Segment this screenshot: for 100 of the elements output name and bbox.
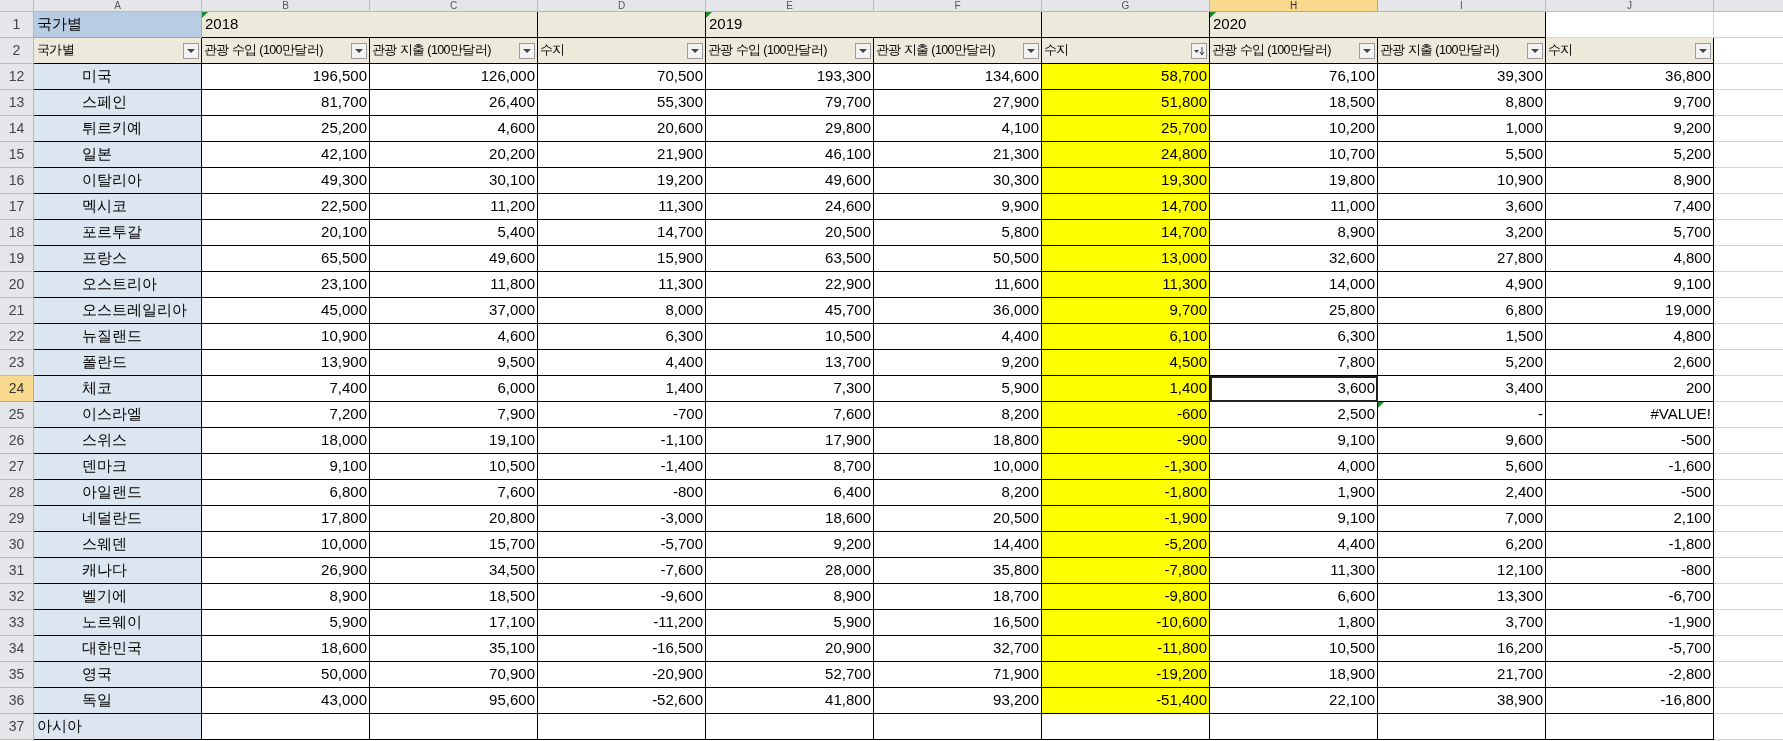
table-cell: 50,500 bbox=[874, 246, 1042, 272]
table-cell: 20,900 bbox=[706, 636, 874, 662]
row-header[interactable]: 24 bbox=[0, 376, 34, 402]
sort-filter-button[interactable] bbox=[1191, 42, 1207, 59]
row-header[interactable]: 21 bbox=[0, 298, 34, 324]
row-header[interactable]: 1 bbox=[0, 12, 34, 38]
table-cell: 4,600 bbox=[370, 116, 538, 142]
row-header[interactable]: 31 bbox=[0, 558, 34, 584]
column-header[interactable]: G bbox=[1042, 0, 1210, 12]
filter-dropdown-button[interactable] bbox=[1695, 42, 1711, 59]
row-header[interactable]: 25 bbox=[0, 402, 34, 428]
table-cell: -3,000 bbox=[538, 506, 706, 532]
filter-dropdown-button[interactable] bbox=[1527, 42, 1543, 59]
filter-dropdown-button[interactable] bbox=[183, 42, 199, 59]
table-cell: 22,900 bbox=[706, 272, 874, 298]
table-cell: 71,900 bbox=[874, 662, 1042, 688]
table-cell: 42,100 bbox=[202, 142, 370, 168]
table-cell: 11,300 bbox=[538, 272, 706, 298]
table-cell: 네덜란드 bbox=[34, 506, 202, 532]
table-cell: 4,000 bbox=[1210, 454, 1378, 480]
table-cell: -1,100 bbox=[538, 428, 706, 454]
selected-cell[interactable]: 3,600 bbox=[1210, 376, 1378, 402]
row-header[interactable]: 2 bbox=[0, 38, 34, 64]
column-header[interactable]: F bbox=[874, 0, 1042, 12]
row-header[interactable]: 29 bbox=[0, 506, 34, 532]
table-cell: 1,400 bbox=[538, 376, 706, 402]
table-cell: 13,300 bbox=[1378, 584, 1546, 610]
column-header[interactable]: A bbox=[34, 0, 202, 12]
column-header[interactable]: E bbox=[706, 0, 874, 12]
row-header[interactable]: 16 bbox=[0, 168, 34, 194]
table-cell: 25,200 bbox=[202, 116, 370, 142]
table-cell: 2020 bbox=[1210, 12, 1546, 38]
table-cell: -5,700 bbox=[1546, 636, 1714, 662]
table-cell: 9,500 bbox=[370, 350, 538, 376]
table-cell: 50,000 bbox=[202, 662, 370, 688]
table-cell: 4,400 bbox=[1210, 532, 1378, 558]
row-header[interactable]: 13 bbox=[0, 90, 34, 116]
row-header[interactable]: 18 bbox=[0, 220, 34, 246]
table-cell: 8,900 bbox=[202, 584, 370, 610]
table-cell: 1,900 bbox=[1210, 480, 1378, 506]
row-header[interactable]: 15 bbox=[0, 142, 34, 168]
table-cell: 6,800 bbox=[1378, 298, 1546, 324]
table-cell: 14,700 bbox=[1042, 194, 1210, 220]
column-header[interactable]: J bbox=[1546, 0, 1714, 12]
table-cell: 11,800 bbox=[370, 272, 538, 298]
table-cell: -2,800 bbox=[1546, 662, 1714, 688]
column-header[interactable]: H bbox=[1210, 0, 1378, 12]
row-header[interactable]: 17 bbox=[0, 194, 34, 220]
row-header[interactable]: 36 bbox=[0, 688, 34, 714]
table-cell: -800 bbox=[1546, 558, 1714, 584]
table-cell: -20,900 bbox=[538, 662, 706, 688]
row-header[interactable]: 26 bbox=[0, 428, 34, 454]
row-header[interactable]: 12 bbox=[0, 64, 34, 90]
row-header[interactable]: 22 bbox=[0, 324, 34, 350]
table-cell: -900 bbox=[1042, 428, 1210, 454]
table-cell: 20,200 bbox=[370, 142, 538, 168]
row-header[interactable]: 27 bbox=[0, 454, 34, 480]
table-cell: 6,300 bbox=[1210, 324, 1378, 350]
row-header[interactable]: 35 bbox=[0, 662, 34, 688]
row-header[interactable]: 33 bbox=[0, 610, 34, 636]
table-cell: 36,800 bbox=[1546, 64, 1714, 90]
table-cell: 70,500 bbox=[538, 64, 706, 90]
table-cell: 11,300 bbox=[1042, 272, 1210, 298]
row-header[interactable]: 14 bbox=[0, 116, 34, 142]
row-header[interactable]: 32 bbox=[0, 584, 34, 610]
column-heading: 수지 bbox=[1548, 42, 1573, 60]
column-header[interactable]: D bbox=[538, 0, 706, 12]
filter-dropdown-button[interactable] bbox=[351, 42, 367, 59]
filter-dropdown-button[interactable] bbox=[855, 42, 871, 59]
filter-dropdown-button[interactable] bbox=[1023, 42, 1039, 59]
table-cell: 덴마크 bbox=[34, 454, 202, 480]
table-cell: 멕시코 bbox=[34, 194, 202, 220]
table-cell: 이스라엘 bbox=[34, 402, 202, 428]
filter-dropdown-button[interactable] bbox=[519, 42, 535, 59]
row-header[interactable]: 34 bbox=[0, 636, 34, 662]
column-header[interactable]: C bbox=[370, 0, 538, 12]
table-cell: 5,400 bbox=[370, 220, 538, 246]
column-header[interactable]: I bbox=[1378, 0, 1546, 12]
table-cell: 7,800 bbox=[1210, 350, 1378, 376]
column-header[interactable]: B bbox=[202, 0, 370, 12]
table-cell: 79,700 bbox=[706, 90, 874, 116]
table-cell: 35,800 bbox=[874, 558, 1042, 584]
row-header[interactable]: 19 bbox=[0, 246, 34, 272]
table-cell: 22,100 bbox=[1210, 688, 1378, 714]
table-cell: 17,900 bbox=[706, 428, 874, 454]
filter-dropdown-button[interactable] bbox=[1359, 42, 1375, 59]
table-cell: 19,200 bbox=[538, 168, 706, 194]
row-header[interactable]: 30 bbox=[0, 532, 34, 558]
row-header[interactable]: 28 bbox=[0, 480, 34, 506]
table-cell: 14,700 bbox=[1042, 220, 1210, 246]
table-cell: -600 bbox=[1042, 402, 1210, 428]
table-cell: 7,400 bbox=[202, 376, 370, 402]
table-cell: 55,300 bbox=[538, 90, 706, 116]
column-heading: 관광 수입 (100만달러) bbox=[1212, 42, 1331, 60]
table-cell: 7,000 bbox=[1378, 506, 1546, 532]
table-cell: 16,200 bbox=[1378, 636, 1546, 662]
row-header[interactable]: 37 bbox=[0, 714, 34, 740]
row-header[interactable]: 20 bbox=[0, 272, 34, 298]
filter-dropdown-button[interactable] bbox=[687, 42, 703, 59]
row-header[interactable]: 23 bbox=[0, 350, 34, 376]
